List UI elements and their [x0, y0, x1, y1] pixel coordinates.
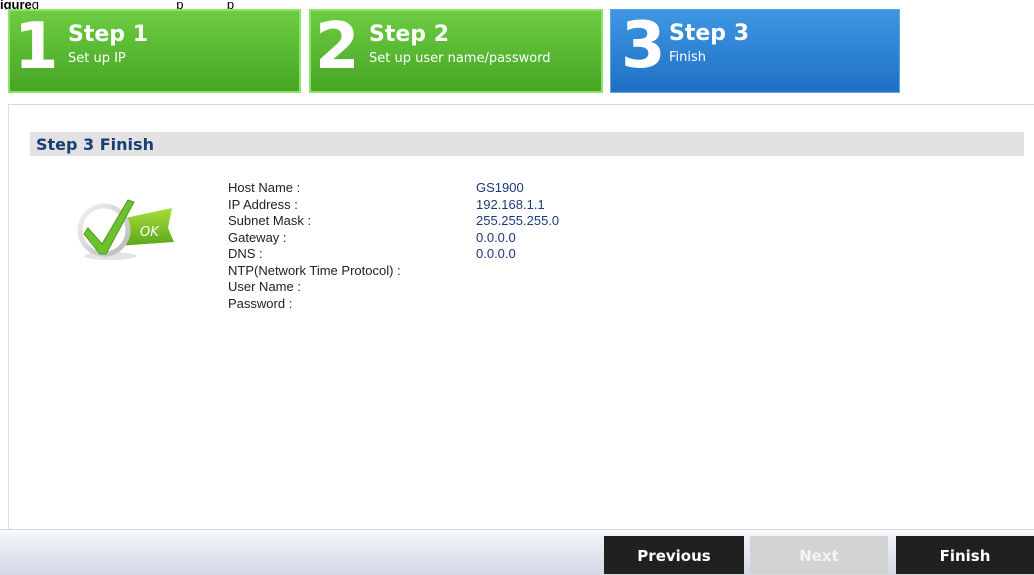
step-title: Step 3 [669, 21, 749, 46]
summary-value: 0.0.0.0 [476, 246, 516, 261]
step-title: Step 1 [68, 22, 148, 47]
ok-label: OK [140, 225, 160, 240]
step-subtitle: Set up IP [68, 51, 126, 66]
summary-label: Subnet Mask : [228, 213, 312, 228]
next-button: Next [750, 536, 888, 574]
step-number: 2 [315, 10, 360, 84]
summary-value: GS1900 [476, 180, 524, 195]
step-tab-2[interactable]: 2 Step 2 Set up user name/password [309, 9, 603, 93]
summary-label: Gateway : [228, 229, 287, 245]
summary-label: IP Address : [228, 196, 298, 212]
content-left-border [8, 104, 9, 530]
step-number: 3 [621, 9, 666, 83]
summary-value: 0.0.0.0 [476, 229, 516, 245]
summary-label: DNS : [228, 246, 263, 261]
section-title: Step 3 Finish [30, 132, 1024, 156]
summary-value: 255.255.255.0 [476, 213, 560, 228]
summary-label: Password : [228, 295, 293, 311]
summary-label: User Name : [228, 279, 301, 294]
step-number: 1 [14, 10, 59, 84]
previous-button[interactable]: Previous [604, 536, 744, 574]
step-subtitle: Finish [669, 50, 707, 65]
summary-label: NTP(Network Time Protocol) : [228, 262, 401, 278]
step-subtitle: Set up user name/password [369, 51, 551, 66]
header-divider [8, 104, 1034, 105]
summary-value: 192.168.1.1 [476, 196, 545, 212]
ok-check-icon: OK [76, 194, 176, 262]
finish-button[interactable]: Finish [896, 536, 1034, 574]
step-title: Step 2 [369, 22, 449, 47]
step-tab-1[interactable]: 1 Step 1 Set up IP [8, 9, 301, 93]
step-tab-3[interactable]: 3 Step 3 Finish [610, 9, 900, 93]
summary-label: Host Name : [228, 180, 301, 195]
